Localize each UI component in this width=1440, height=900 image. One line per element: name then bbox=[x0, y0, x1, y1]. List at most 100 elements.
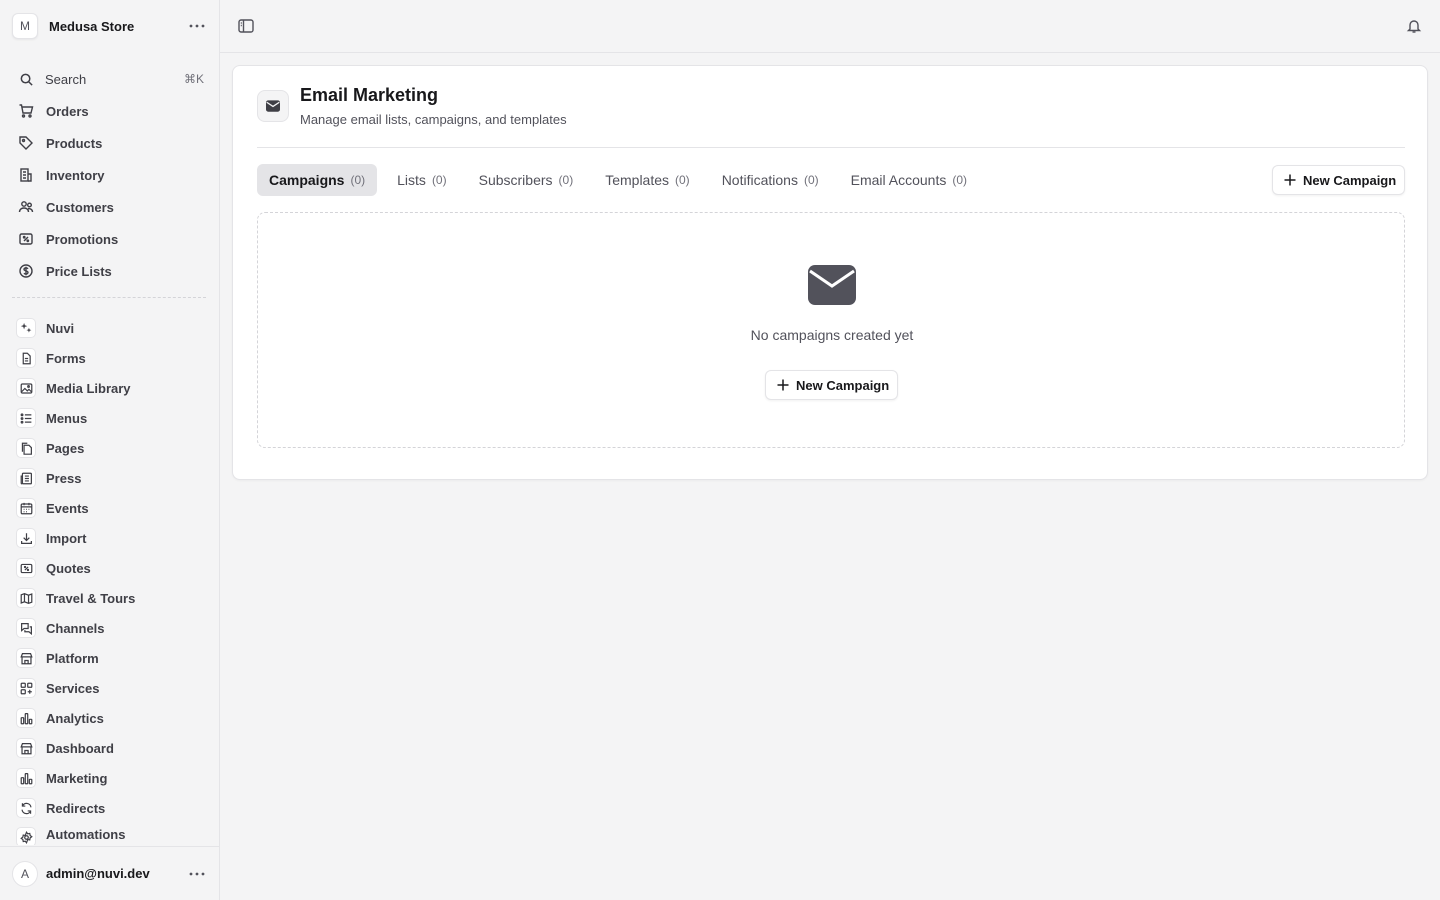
envelope-icon bbox=[808, 265, 856, 305]
sidebar-item-label: Nuvi bbox=[46, 320, 75, 336]
sidebar-item-label: Price Lists bbox=[46, 263, 112, 279]
arrow-path-icon bbox=[16, 798, 36, 818]
sidebar-divider bbox=[12, 297, 206, 298]
sidebar-item-label: Inventory bbox=[46, 167, 105, 183]
sidebar-item-promotions[interactable]: Promotions bbox=[10, 224, 210, 254]
sidebar-item-events[interactable]: Events bbox=[10, 493, 210, 523]
tab-count: (0) bbox=[558, 173, 574, 187]
buildings-icon bbox=[16, 648, 36, 668]
tab-label: Subscribers bbox=[478, 172, 553, 188]
store-name: Medusa Store bbox=[49, 18, 135, 34]
documents-icon bbox=[16, 438, 36, 458]
page-subtitle: Manage email lists, campaigns, and templ… bbox=[300, 112, 567, 127]
user-menu[interactable]: A admin@nuvi.dev bbox=[0, 846, 219, 900]
sidebar-item-label: Press bbox=[46, 470, 82, 486]
sidebar-item-services[interactable]: Services bbox=[10, 673, 210, 703]
receipt-percent-icon bbox=[16, 558, 36, 578]
search-icon bbox=[16, 69, 36, 89]
sidebar-item-automations[interactable]: Automations bbox=[10, 823, 210, 845]
list-bullet-icon bbox=[16, 408, 36, 428]
tab-count: (0) bbox=[675, 173, 690, 187]
sidebar-item-label: Menus bbox=[46, 410, 88, 426]
bell-icon[interactable] bbox=[1402, 14, 1426, 38]
chat-bubbles-icon bbox=[16, 618, 36, 638]
building-icon bbox=[16, 165, 36, 185]
tab-templates[interactable]: Templates (0) bbox=[593, 164, 701, 196]
sidebar-item-price-lists[interactable]: Price Lists bbox=[10, 256, 210, 286]
empty-state: No campaigns created yet New Campaign bbox=[257, 212, 1405, 448]
sidebar-item-marketing[interactable]: Marketing bbox=[10, 763, 210, 793]
receipt-percent-icon bbox=[16, 229, 36, 249]
sidebar-toggle-icon[interactable] bbox=[234, 14, 258, 38]
currency-dollar-icon bbox=[16, 261, 36, 281]
sidebar-item-platform[interactable]: Platform bbox=[10, 643, 210, 673]
tab-count: (0) bbox=[803, 173, 819, 187]
topbar bbox=[220, 0, 1440, 53]
sidebar-item-press[interactable]: Press bbox=[10, 463, 210, 493]
sidebar-item-forms[interactable]: Forms bbox=[10, 343, 210, 373]
sidebar-item-dashboard[interactable]: Dashboard bbox=[10, 733, 210, 763]
sidebar-item-travel-tours[interactable]: Travel & Tours bbox=[10, 583, 210, 613]
tab-label: Lists bbox=[397, 172, 426, 188]
tab-count: (0) bbox=[350, 173, 366, 187]
sidebar-item-label: Dashboard bbox=[46, 740, 114, 756]
tab-subscribers[interactable]: Subscribers (0) bbox=[467, 164, 586, 196]
sidebar-item-menus[interactable]: Menus bbox=[10, 403, 210, 433]
button-label: New Campaign bbox=[1303, 172, 1397, 188]
new-campaign-button[interactable]: New Campaign bbox=[1272, 165, 1406, 195]
sidebar-extensions-nav: Nuvi Forms Media Library Menus Pages Pre… bbox=[10, 313, 210, 845]
photo-icon bbox=[16, 378, 36, 398]
sidebar-item-label: Automations bbox=[46, 827, 126, 842]
sidebar-item-label: Travel & Tours bbox=[46, 590, 136, 606]
tab-lists[interactable]: Lists (0) bbox=[385, 164, 458, 196]
cart-icon bbox=[16, 101, 36, 121]
store-switcher[interactable]: M Medusa Store bbox=[0, 0, 219, 52]
sidebar-item-label: Channels bbox=[46, 620, 105, 636]
sidebar-item-label: Products bbox=[46, 135, 103, 151]
sidebar-item-label: Events bbox=[46, 500, 89, 516]
tab-list: Campaigns (0) Lists (0) Subscribers (0) … bbox=[257, 164, 987, 196]
sidebar-item-products[interactable]: Products bbox=[10, 128, 210, 158]
sidebar-item-redirects[interactable]: Redirects bbox=[10, 793, 210, 823]
sidebar-item-label: Pages bbox=[46, 440, 85, 456]
user-menu-icon[interactable] bbox=[187, 864, 207, 884]
sidebar-search-label: Search bbox=[45, 71, 87, 87]
tab-email-accounts[interactable]: Email Accounts (0) bbox=[839, 164, 979, 196]
cog-icon bbox=[16, 827, 36, 845]
sidebar-item-label: Customers bbox=[46, 199, 114, 215]
tab-campaigns[interactable]: Campaigns (0) bbox=[257, 164, 378, 196]
sidebar-item-nuvi[interactable]: Nuvi bbox=[10, 313, 210, 343]
sidebar-item-customers[interactable]: Customers bbox=[10, 192, 210, 222]
map-icon bbox=[16, 588, 36, 608]
sidebar-search-group: Search ⌘K bbox=[10, 64, 210, 94]
sidebar-item-orders[interactable]: Orders bbox=[10, 96, 210, 126]
sidebar-item-channels[interactable]: Channels bbox=[10, 613, 210, 643]
chart-bar-icon bbox=[16, 768, 36, 788]
sparkles-icon bbox=[16, 318, 36, 338]
user-email: admin@nuvi.dev bbox=[46, 866, 150, 881]
button-label: New Campaign bbox=[796, 377, 890, 393]
buildings-icon bbox=[16, 738, 36, 758]
sidebar-search[interactable]: Search ⌘K bbox=[10, 64, 210, 94]
sidebar-item-label: Services bbox=[46, 680, 100, 696]
plus-icon bbox=[1283, 173, 1297, 187]
empty-new-campaign-button[interactable]: New Campaign bbox=[765, 370, 899, 400]
sidebar-item-inventory[interactable]: Inventory bbox=[10, 160, 210, 190]
tag-icon bbox=[16, 133, 36, 153]
email-marketing-card: Email Marketing Manage email lists, camp… bbox=[232, 65, 1428, 480]
sidebar-item-analytics[interactable]: Analytics bbox=[10, 703, 210, 733]
tab-label: Email Accounts bbox=[850, 172, 947, 188]
sidebar-item-media-library[interactable]: Media Library bbox=[10, 373, 210, 403]
tab-notifications[interactable]: Notifications (0) bbox=[710, 164, 831, 196]
sidebar-item-label: Forms bbox=[46, 350, 86, 366]
tab-count: (0) bbox=[431, 173, 447, 187]
sidebar-item-label: Marketing bbox=[46, 770, 108, 786]
sidebar-item-label: Quotes bbox=[46, 560, 91, 576]
store-menu-icon[interactable] bbox=[187, 16, 207, 36]
sidebar-item-import[interactable]: Import bbox=[10, 523, 210, 553]
sidebar-item-pages[interactable]: Pages bbox=[10, 433, 210, 463]
sidebar-item-quotes[interactable]: Quotes bbox=[10, 553, 210, 583]
header-divider bbox=[257, 147, 1405, 148]
sidebar-item-label: Analytics bbox=[46, 710, 104, 726]
empty-state-text: No campaigns created yet bbox=[750, 327, 914, 343]
